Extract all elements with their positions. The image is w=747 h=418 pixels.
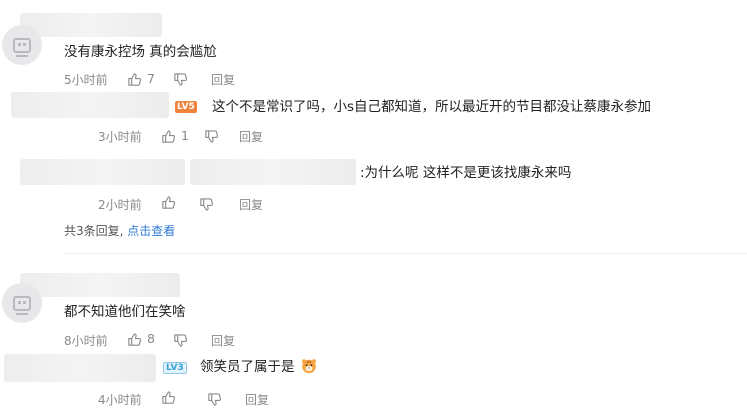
blurred-quoted-username: [190, 159, 356, 185]
comment-divider: [64, 253, 747, 254]
blurred-username: [20, 273, 180, 297]
thread-summary: 共3条回复, 点击查看: [64, 223, 175, 239]
dislike-button[interactable]: [204, 129, 219, 144]
level-badge: LV3: [163, 362, 187, 374]
thumbs-down-icon: [205, 130, 219, 143]
thumbs-up-icon: [162, 391, 176, 404]
like-button[interactable]: [161, 390, 176, 405]
thumbs-down-icon: [200, 198, 214, 211]
reply-time: 4小时前: [98, 393, 142, 407]
thumbs-up-icon: [128, 332, 142, 346]
blurred-username: [4, 354, 156, 382]
dislike-button[interactable]: [207, 392, 222, 407]
like-count: 8: [147, 331, 155, 346]
comment-time: 5小时前: [64, 73, 108, 87]
thumbs-down-icon: [174, 334, 188, 347]
avatar[interactable]: [2, 25, 42, 65]
reply-button[interactable]: 回复: [211, 333, 235, 349]
reply-count-text: 共3条回复,: [64, 224, 124, 238]
tiger-face-emoji: [301, 359, 316, 374]
thumbs-down-icon: [174, 73, 188, 86]
reply-button[interactable]: 回复: [211, 72, 235, 88]
thumbs-up-icon: [162, 129, 176, 143]
dislike-button[interactable]: [173, 72, 188, 87]
default-avatar-icon: [13, 296, 31, 315]
avatar[interactable]: [2, 283, 42, 323]
level-badge: LV5: [175, 101, 197, 113]
thumbs-down-icon: [208, 393, 222, 406]
blurred-username: [11, 92, 169, 118]
reply-time: 2小时前: [98, 198, 142, 212]
comment-text: 没有康永控场 真的会尴尬: [64, 44, 217, 60]
thumbs-up-icon: [128, 72, 142, 86]
like-count: 1: [181, 128, 189, 143]
blurred-username: [20, 159, 185, 185]
default-avatar-icon: [13, 38, 31, 57]
thumbs-up-icon: [162, 196, 176, 209]
like-button[interactable]: 1: [161, 128, 189, 144]
like-count: 7: [147, 71, 155, 86]
like-button[interactable]: 7: [127, 71, 155, 87]
reply-text: 领笑员了属于是: [200, 358, 317, 376]
comment-time: 8小时前: [64, 334, 108, 348]
reply-time: 3小时前: [98, 130, 142, 144]
dislike-button[interactable]: [173, 333, 188, 348]
dislike-button[interactable]: [199, 197, 214, 212]
blurred-username: [20, 13, 162, 37]
reply-button[interactable]: 回复: [245, 392, 269, 408]
like-button[interactable]: 8: [127, 331, 155, 347]
reply-text: 这个不是常识了吗，小s自己都知道，所以最近开的节目都没让蔡康永参加: [212, 99, 652, 115]
like-button[interactable]: [161, 195, 176, 210]
comment-text: 都不知道他们在笑啥: [64, 304, 186, 320]
reply-text: :为什么呢 这样不是更该找康永来吗: [360, 165, 572, 181]
reply-button[interactable]: 回复: [239, 197, 263, 213]
reply-text-content: 领笑员了属于是: [200, 359, 295, 375]
view-replies-link[interactable]: 点击查看: [127, 224, 175, 238]
reply-button[interactable]: 回复: [239, 129, 263, 145]
